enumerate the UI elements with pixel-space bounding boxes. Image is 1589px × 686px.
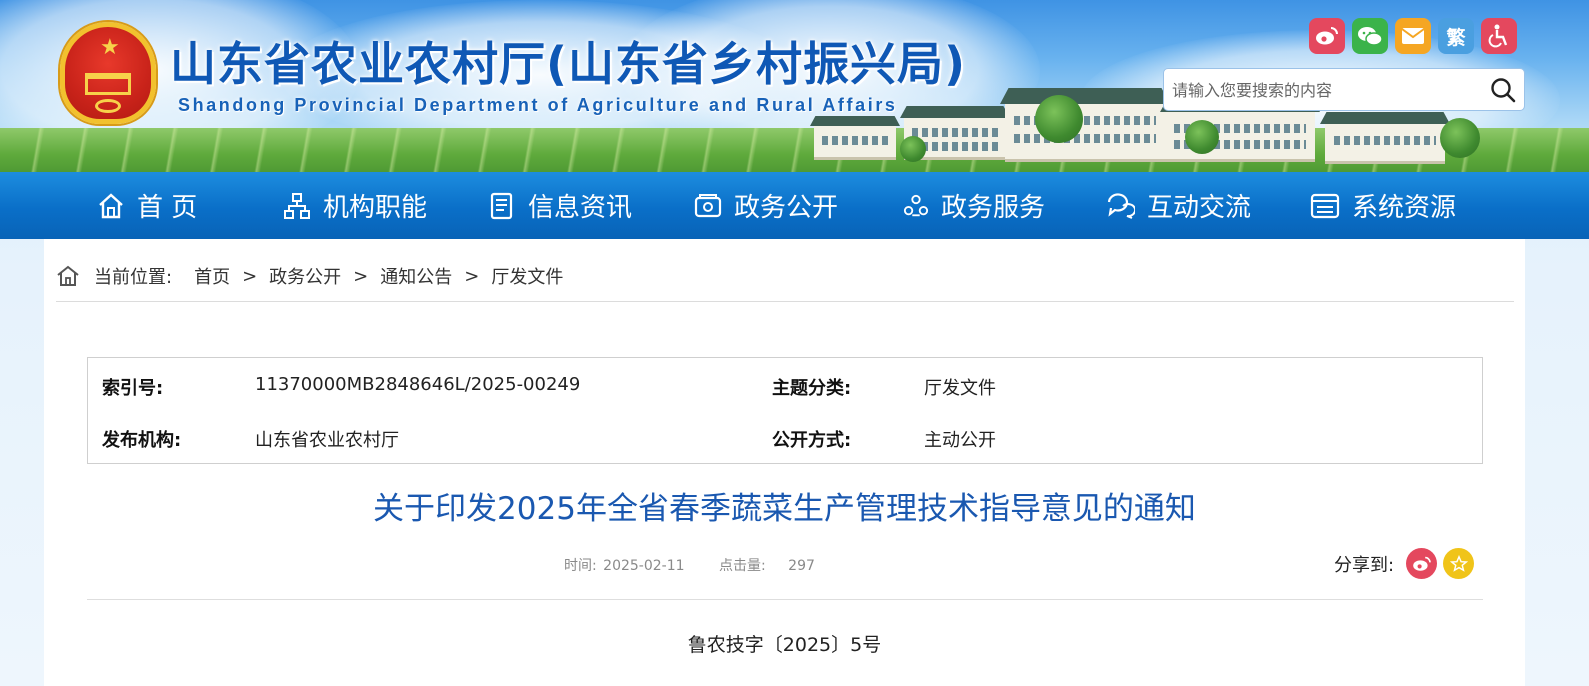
home-icon xyxy=(99,192,123,218)
nav-label: 系统资源 xyxy=(1352,193,1457,223)
content-card: 当前位置: 首页 > 政务公开 > 通知公告 > 厅发文件 索引号: 11370… xyxy=(44,239,1525,686)
index-number-value: 11370000MB2848646L/2025-00249 xyxy=(255,374,581,395)
nav-label: 机构职能 xyxy=(323,193,428,223)
share-label: 分享到: xyxy=(1334,554,1395,576)
nav-item-home[interactable]: 首 页 xyxy=(97,172,197,239)
document-meta-table: 索引号: 11370000MB2848646L/2025-00249 主题分类:… xyxy=(87,357,1483,464)
nav-label: 互动交流 xyxy=(1147,193,1252,223)
breadcrumb-divider xyxy=(56,301,1514,302)
publisher-value: 山东省农业农村厅 xyxy=(255,430,399,451)
document-number: 鲁农技字〔2025〕5号 xyxy=(687,634,882,656)
header-banner: ★ 山东省农业农村厅(山东省乡村振兴局) Shandong Provincial… xyxy=(0,0,1589,172)
nav-label: 首 页 xyxy=(137,193,198,223)
disclosure-label: 公开方式: xyxy=(772,430,852,451)
nav-item-system-resources[interactable]: 系统资源 xyxy=(1310,172,1456,239)
nav-item-government-service[interactable]: 政务服务 xyxy=(903,172,1045,239)
accessibility-icon[interactable] xyxy=(1481,18,1517,54)
article-meta: 时间: 2025-02-11 点击量: 297 xyxy=(564,555,815,575)
publisher-label: 发布机构: xyxy=(102,430,182,451)
org-chart-icon xyxy=(284,192,310,219)
search-box[interactable] xyxy=(1163,68,1525,111)
national-emblem-logo[interactable]: ★ xyxy=(60,22,156,124)
service-icon xyxy=(903,194,929,216)
document-icon xyxy=(490,192,513,219)
views-value: 297 xyxy=(788,558,815,574)
disclosure-value: 主动公开 xyxy=(924,430,996,451)
favorite-star-icon[interactable] xyxy=(1443,548,1475,579)
topic-value: 厅发文件 xyxy=(924,378,996,399)
site-subtitle: Shandong Provincial Department of Agricu… xyxy=(178,95,898,115)
traditional-chinese-icon[interactable]: 繁 xyxy=(1438,18,1474,54)
breadcrumb-item-notices[interactable]: 通知公告 xyxy=(380,263,452,289)
main-nav: 首 页 机构职能 信息资讯 政务公开 政务服务 互动交流 系统资源 xyxy=(0,172,1589,239)
nav-item-information[interactable]: 信息资讯 xyxy=(488,172,632,239)
nav-label: 政务服务 xyxy=(941,193,1046,223)
weibo-share-icon[interactable] xyxy=(1406,548,1438,579)
nav-item-interaction[interactable]: 互动交流 xyxy=(1105,172,1251,239)
breadcrumb-item-government-affairs[interactable]: 政务公开 xyxy=(269,263,341,289)
breadcrumb-item-home[interactable]: 首页 xyxy=(194,263,230,289)
breadcrumb-separator: > xyxy=(464,265,480,287)
search-input[interactable] xyxy=(1172,79,1482,101)
breadcrumb-separator: > xyxy=(353,265,369,287)
breadcrumb-prefix: 当前位置: xyxy=(94,267,173,288)
breadcrumb-item-department-documents[interactable]: 厅发文件 xyxy=(491,263,563,289)
index-number-label: 索引号: xyxy=(102,378,164,399)
system-icon xyxy=(1310,193,1340,218)
wechat-icon[interactable] xyxy=(1352,18,1388,54)
time-value: 2025-02-11 xyxy=(603,558,685,574)
content-divider xyxy=(87,599,1483,600)
breadcrumb: 当前位置: 首页 > 政务公开 > 通知公告 > 厅发文件 xyxy=(56,261,1514,291)
article-title: 关于印发2025年全省春季蔬菜生产管理技术指导意见的通知 xyxy=(373,491,1196,527)
chat-icon xyxy=(1107,192,1135,219)
mail-icon[interactable] xyxy=(1395,18,1431,54)
nav-label: 信息资讯 xyxy=(528,193,633,223)
search-icon[interactable] xyxy=(1490,77,1516,103)
breadcrumb-separator: > xyxy=(242,265,258,287)
share-bar: 分享到: xyxy=(1334,548,1475,579)
topic-label: 主题分类: xyxy=(772,378,852,399)
site-title[interactable]: 山东省农业农村厅(山东省乡村振兴局) xyxy=(170,28,966,94)
nav-label: 政务公开 xyxy=(734,193,839,223)
inbox-icon xyxy=(694,193,722,217)
weibo-icon[interactable] xyxy=(1309,18,1345,54)
time-label: 时间: xyxy=(564,558,597,574)
home-icon xyxy=(57,265,79,286)
nav-item-government-affairs[interactable]: 政务公开 xyxy=(694,172,838,239)
nav-item-organization[interactable]: 机构职能 xyxy=(283,172,427,239)
views-label: 点击量: xyxy=(719,558,766,574)
